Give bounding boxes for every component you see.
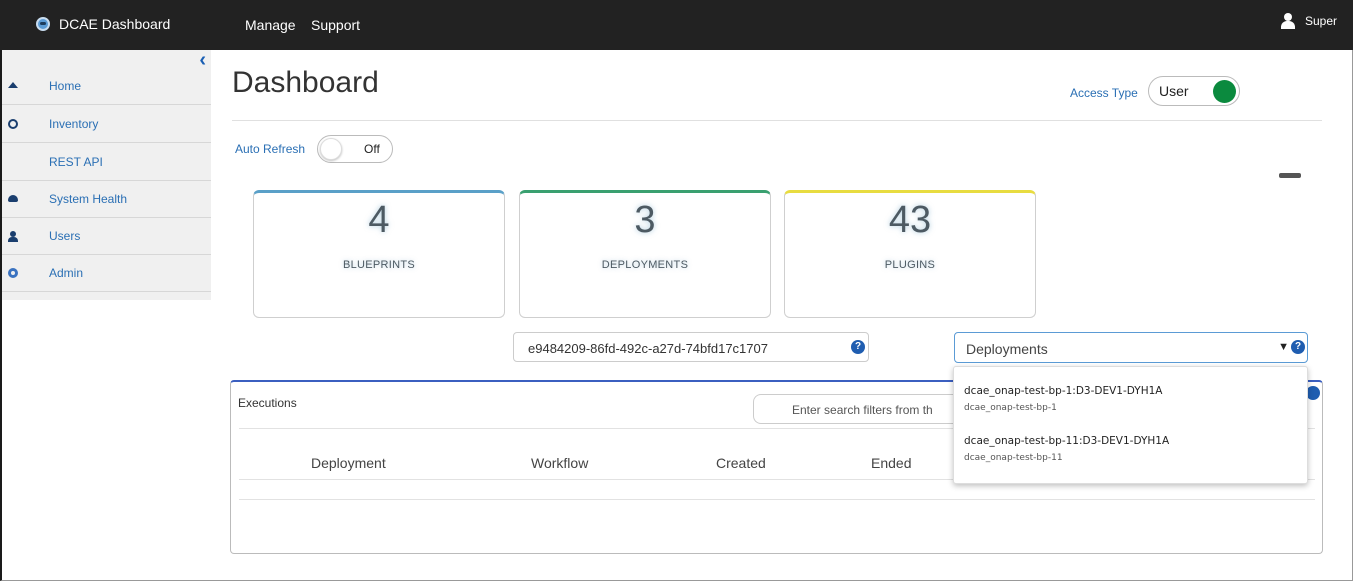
executions-search-input[interactable]: Enter search filters from th xyxy=(753,394,973,424)
deployments-card[interactable]: 3 DEPLOYMENTS xyxy=(519,190,771,318)
nav-manage[interactable]: Manage xyxy=(245,17,296,33)
help-icon[interactable] xyxy=(1306,386,1320,400)
card-count: 43 xyxy=(888,199,932,241)
divider xyxy=(239,499,1315,500)
sidebar-item-home[interactable]: Home xyxy=(2,68,211,105)
blueprints-card[interactable]: 4 BLUEPRINTS xyxy=(253,190,505,318)
executions-title: Executions xyxy=(238,396,297,410)
top-navbar: DCAE Dashboard Manage Support Super xyxy=(0,0,1353,50)
tenant-id-value: e9484209-86fd-492c-a27d-74bfd17c1707 xyxy=(528,341,768,356)
option-deployment-name: dcae_onap-test-bp-11:D3-DEV1-DYH1A xyxy=(964,435,1170,447)
caret-down-icon: ▼ xyxy=(1278,341,1289,353)
column-header-deployment[interactable]: Deployment xyxy=(311,455,386,471)
card-label: PLUGINS xyxy=(884,259,936,271)
access-type-label: Access Type xyxy=(1070,86,1138,100)
sidebar-item-system-health[interactable]: System Health xyxy=(2,181,211,218)
sidebar-item-label: System Health xyxy=(49,192,128,206)
sidebar-item-label: Admin xyxy=(49,266,84,280)
user-icon xyxy=(1280,13,1295,29)
brand[interactable]: DCAE Dashboard xyxy=(36,16,170,32)
card-label: DEPLOYMENTS xyxy=(601,259,689,271)
deployments-select-value: Deployments xyxy=(966,341,1048,357)
sidebar: ‹ Home Inventory REST API System Health … xyxy=(2,50,211,300)
inventory-icon xyxy=(8,119,18,129)
auto-refresh-label: Auto Refresh xyxy=(235,142,306,156)
card-count: 4 xyxy=(368,199,390,241)
toggle-knob xyxy=(1213,80,1236,103)
card-count: 3 xyxy=(634,199,656,241)
search-placeholder: Enter search filters from th xyxy=(792,403,933,417)
user-name: Super xyxy=(1304,14,1337,28)
plugins-card[interactable]: 43 PLUGINS xyxy=(784,190,1036,318)
sidebar-item-label: Inventory xyxy=(49,117,99,131)
admin-icon xyxy=(8,268,18,278)
option-blueprint-name: dcae_onap-test-bp-11 xyxy=(964,453,1063,463)
user-icon xyxy=(8,231,18,242)
chevron-left-icon[interactable]: ‹ xyxy=(199,50,206,70)
sidebar-item-label: Home xyxy=(49,79,82,93)
help-icon[interactable]: ? xyxy=(1291,340,1305,354)
nav-support[interactable]: Support xyxy=(311,17,360,33)
minimize-icon[interactable] xyxy=(1279,173,1301,178)
deployments-select[interactable]: Deployments ▼ xyxy=(954,332,1308,363)
user-menu[interactable]: Super xyxy=(1280,13,1337,29)
column-header-created[interactable]: Created xyxy=(716,455,766,471)
cloud-icon xyxy=(8,195,18,202)
dropdown-option[interactable]: dcae_onap-test-bp-11:D3-DEV1-DYH1A dcae_… xyxy=(964,435,1169,463)
toggle-knob xyxy=(320,138,342,160)
access-type-toggle[interactable]: User xyxy=(1148,76,1240,106)
tenant-id-field[interactable]: e9484209-86fd-492c-a27d-74bfd17c1707 xyxy=(513,332,869,362)
access-type-value: User xyxy=(1159,83,1189,99)
column-header-ended[interactable]: Ended xyxy=(871,455,911,471)
dropdown-option[interactable]: dcae_onap-test-bp-1:D3-DEV1-DYH1A dcae_o… xyxy=(964,385,1162,413)
brand-title: DCAE Dashboard xyxy=(59,16,171,32)
auto-refresh-toggle[interactable]: Off xyxy=(317,135,393,163)
deployments-dropdown-menu: dcae_onap-test-bp-1:D3-DEV1-DYH1A dcae_o… xyxy=(953,366,1308,484)
home-icon xyxy=(8,82,18,88)
sidebar-item-inventory[interactable]: Inventory xyxy=(2,106,211,143)
auto-refresh-value: Off xyxy=(364,142,380,156)
column-header-workflow[interactable]: Workflow xyxy=(531,455,588,471)
card-label: BLUEPRINTS xyxy=(342,259,416,271)
sidebar-item-rest-api[interactable]: REST API xyxy=(2,144,211,181)
dcae-logo-icon xyxy=(36,17,50,31)
header-divider xyxy=(232,120,1322,121)
page-title: Dashboard xyxy=(232,66,379,99)
sidebar-item-label: REST API xyxy=(49,155,103,169)
sidebar-item-admin[interactable]: Admin xyxy=(2,255,211,292)
option-blueprint-name: dcae_onap-test-bp-1 xyxy=(964,403,1057,413)
sidebar-item-label: Users xyxy=(49,229,81,243)
option-deployment-name: dcae_onap-test-bp-1:D3-DEV1-DYH1A xyxy=(964,385,1163,397)
sidebar-item-users[interactable]: Users xyxy=(2,218,211,255)
help-icon[interactable]: ? xyxy=(851,340,865,354)
